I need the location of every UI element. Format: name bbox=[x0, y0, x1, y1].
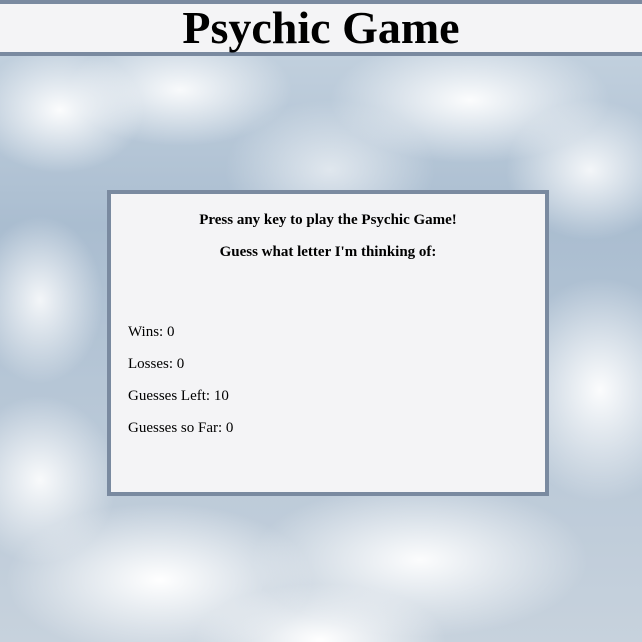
start-prompt: Press any key to play the Psychic Game! bbox=[199, 212, 457, 228]
wins-stat: Wins: 0 bbox=[128, 324, 174, 341]
wins-label: Wins: bbox=[128, 324, 167, 340]
header-bar: Psychic Game bbox=[0, 0, 642, 56]
guess-prompt: Guess what letter I'm thinking of: bbox=[219, 244, 437, 260]
page-title: Psychic Game bbox=[182, 2, 460, 53]
guesses-left-value: 10 bbox=[213, 388, 229, 404]
losses-value: 0 bbox=[176, 356, 185, 372]
game-panel: Press any key to play the Psychic Game! … bbox=[107, 190, 549, 496]
guesses-so-far-label: Guesses so Far: bbox=[128, 420, 226, 436]
guesses-so-far-stat: Guesses so Far: 0 bbox=[128, 420, 233, 437]
guesses-left-label: Guesses Left: bbox=[128, 388, 214, 404]
guesses-left-stat: Guesses Left: 10 bbox=[128, 388, 229, 405]
losses-stat: Losses: 0 bbox=[128, 356, 184, 373]
guesses-so-far-value: 0 bbox=[225, 420, 234, 436]
losses-label: Losses: bbox=[128, 356, 177, 372]
wins-value: 0 bbox=[166, 324, 175, 340]
